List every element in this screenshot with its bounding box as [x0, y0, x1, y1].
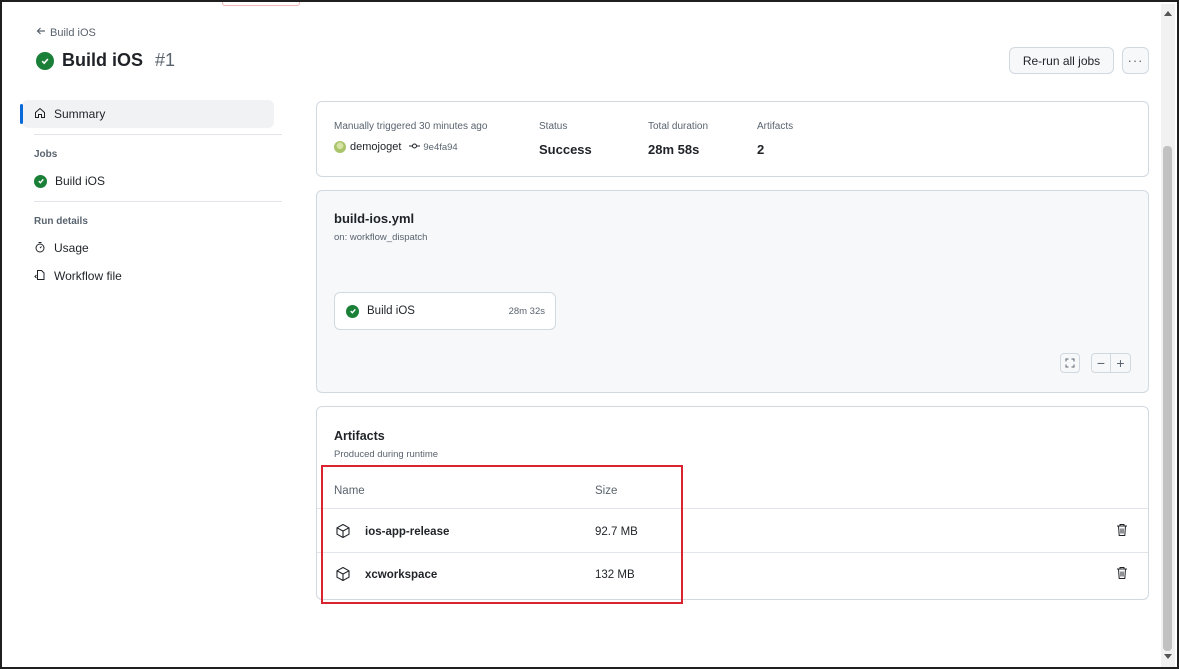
fullscreen-control — [1060, 353, 1080, 373]
artifacts-count-value[interactable]: 2 — [757, 142, 793, 157]
minus-icon: − — [1096, 355, 1106, 371]
commit-sha: 9e4fa94 — [423, 141, 458, 153]
sidebar-divider — [34, 134, 282, 135]
status-value: Success — [539, 142, 592, 157]
sidebar-item-workflow-file[interactable]: Workflow file — [22, 262, 282, 290]
workflow-file-name: build-ios.yml — [334, 211, 415, 226]
sidebar-item-label: Build iOS — [55, 174, 106, 188]
success-check-icon — [36, 51, 54, 70]
home-icon — [34, 107, 46, 122]
sidebar-item-label: Summary — [54, 107, 106, 121]
status-label: Status — [539, 121, 568, 132]
duration-label: Total duration — [648, 121, 709, 132]
avatar[interactable] — [334, 141, 346, 153]
run-summary-card: Manually triggered 30 minutes ago demojo… — [316, 101, 1149, 177]
actor-name[interactable]: demojoget — [350, 141, 401, 153]
artifacts-column: Artifacts 2 — [757, 121, 793, 157]
page-title: Build iOS — [62, 50, 143, 70]
rerun-all-jobs-button[interactable]: Re-run all jobs — [1009, 47, 1114, 74]
sidebar-item-build-ios[interactable]: Build iOS — [22, 167, 282, 195]
artifacts-subheading: Produced during runtime — [334, 449, 439, 460]
workflow-graph-card: build-ios.yml on: workflow_dispatch Buil… — [316, 190, 1149, 393]
trigger-text: Manually triggered 30 minutes ago — [334, 121, 488, 132]
fullscreen-icon — [1065, 355, 1075, 371]
scrollbar[interactable] — [1161, 4, 1175, 667]
scroll-down-icon[interactable] — [1164, 654, 1172, 659]
kebab-icon: ··· — [1127, 53, 1144, 68]
commit-icon — [409, 142, 421, 153]
run-number: #1 — [155, 50, 176, 70]
highlight-box — [321, 465, 683, 604]
zoom-controls: − + — [1091, 353, 1131, 373]
scrollbar-thumb[interactable] — [1163, 146, 1172, 651]
top-tab-remnant — [222, 2, 300, 6]
workflow-trigger: on: workflow_dispatch — [334, 232, 428, 243]
fullscreen-button[interactable] — [1060, 353, 1080, 373]
file-code-icon — [34, 269, 46, 284]
job-node-label: Build iOS — [367, 305, 415, 317]
zoom-out-button[interactable]: − — [1091, 353, 1111, 373]
trash-icon[interactable] — [1116, 523, 1128, 540]
sidebar-item-label: Workflow file — [54, 269, 122, 283]
sidebar-divider — [34, 201, 282, 202]
stopwatch-icon — [34, 241, 46, 256]
browser-frame: Build iOS Build iOS #1 Re-run all jobs ·… — [0, 0, 1179, 669]
artifacts-count-label: Artifacts — [757, 121, 794, 132]
artifacts-heading: Artifacts — [334, 429, 385, 443]
trigger-column: Manually triggered 30 minutes ago demojo… — [334, 121, 487, 153]
success-check-icon — [346, 304, 359, 318]
back-link-label: Build iOS — [50, 26, 96, 39]
page-title-row: Build iOS #1 — [36, 50, 175, 71]
scroll-up-icon[interactable] — [1164, 11, 1172, 16]
success-check-icon — [34, 174, 47, 188]
arrow-left-icon — [36, 26, 46, 39]
sidebar-item-label: Usage — [54, 241, 89, 255]
sidebar-section-jobs: Jobs — [34, 148, 58, 160]
actor-info: demojoget 9e4fa94 — [334, 141, 487, 153]
trash-icon[interactable] — [1116, 566, 1128, 583]
back-link[interactable]: Build iOS — [36, 26, 96, 39]
sidebar-item-summary[interactable]: Summary — [20, 100, 274, 128]
job-node-duration: 28m 32s — [508, 305, 545, 317]
more-options-button[interactable]: ··· — [1122, 47, 1149, 74]
sidebar-item-usage[interactable]: Usage — [22, 234, 282, 262]
sidebar-section-run-details: Run details — [34, 215, 88, 227]
zoom-in-button[interactable]: + — [1111, 353, 1131, 373]
status-column: Status Success — [539, 121, 592, 157]
plus-icon: + — [1116, 355, 1125, 371]
duration-value: 28m 58s — [648, 142, 700, 157]
sidebar: Summary Jobs Build iOS Run details Usage… — [20, 100, 282, 290]
duration-column: Total duration 28m 58s — [648, 121, 708, 157]
commit-link[interactable]: 9e4fa94 — [409, 141, 458, 153]
job-node-build-ios[interactable]: Build iOS 28m 32s — [334, 292, 556, 330]
